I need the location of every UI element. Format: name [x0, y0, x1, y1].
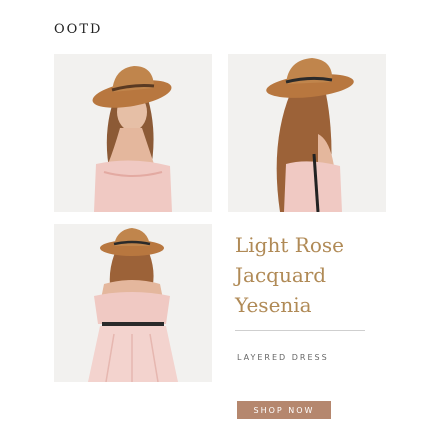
product-name-line-3: Yesenia: [235, 293, 312, 317]
model-back-illustration: [54, 224, 212, 382]
model-front-photo[interactable]: [54, 54, 212, 212]
product-subtitle: LAYERED DRESS: [237, 353, 329, 362]
model-front-illustration: [54, 54, 212, 212]
model-back-photo[interactable]: [54, 224, 212, 382]
page-title: OOTD: [54, 22, 103, 37]
divider: [235, 330, 365, 331]
product-name: Light Rose Jacquard Yesenia: [235, 230, 385, 320]
product-name-line-2: Jacquard: [235, 263, 327, 287]
product-name-line-1: Light Rose: [235, 233, 344, 257]
model-side-photo[interactable]: [228, 54, 386, 212]
shop-now-button[interactable]: SHOP NOW: [237, 401, 331, 419]
model-side-illustration: [228, 54, 386, 212]
